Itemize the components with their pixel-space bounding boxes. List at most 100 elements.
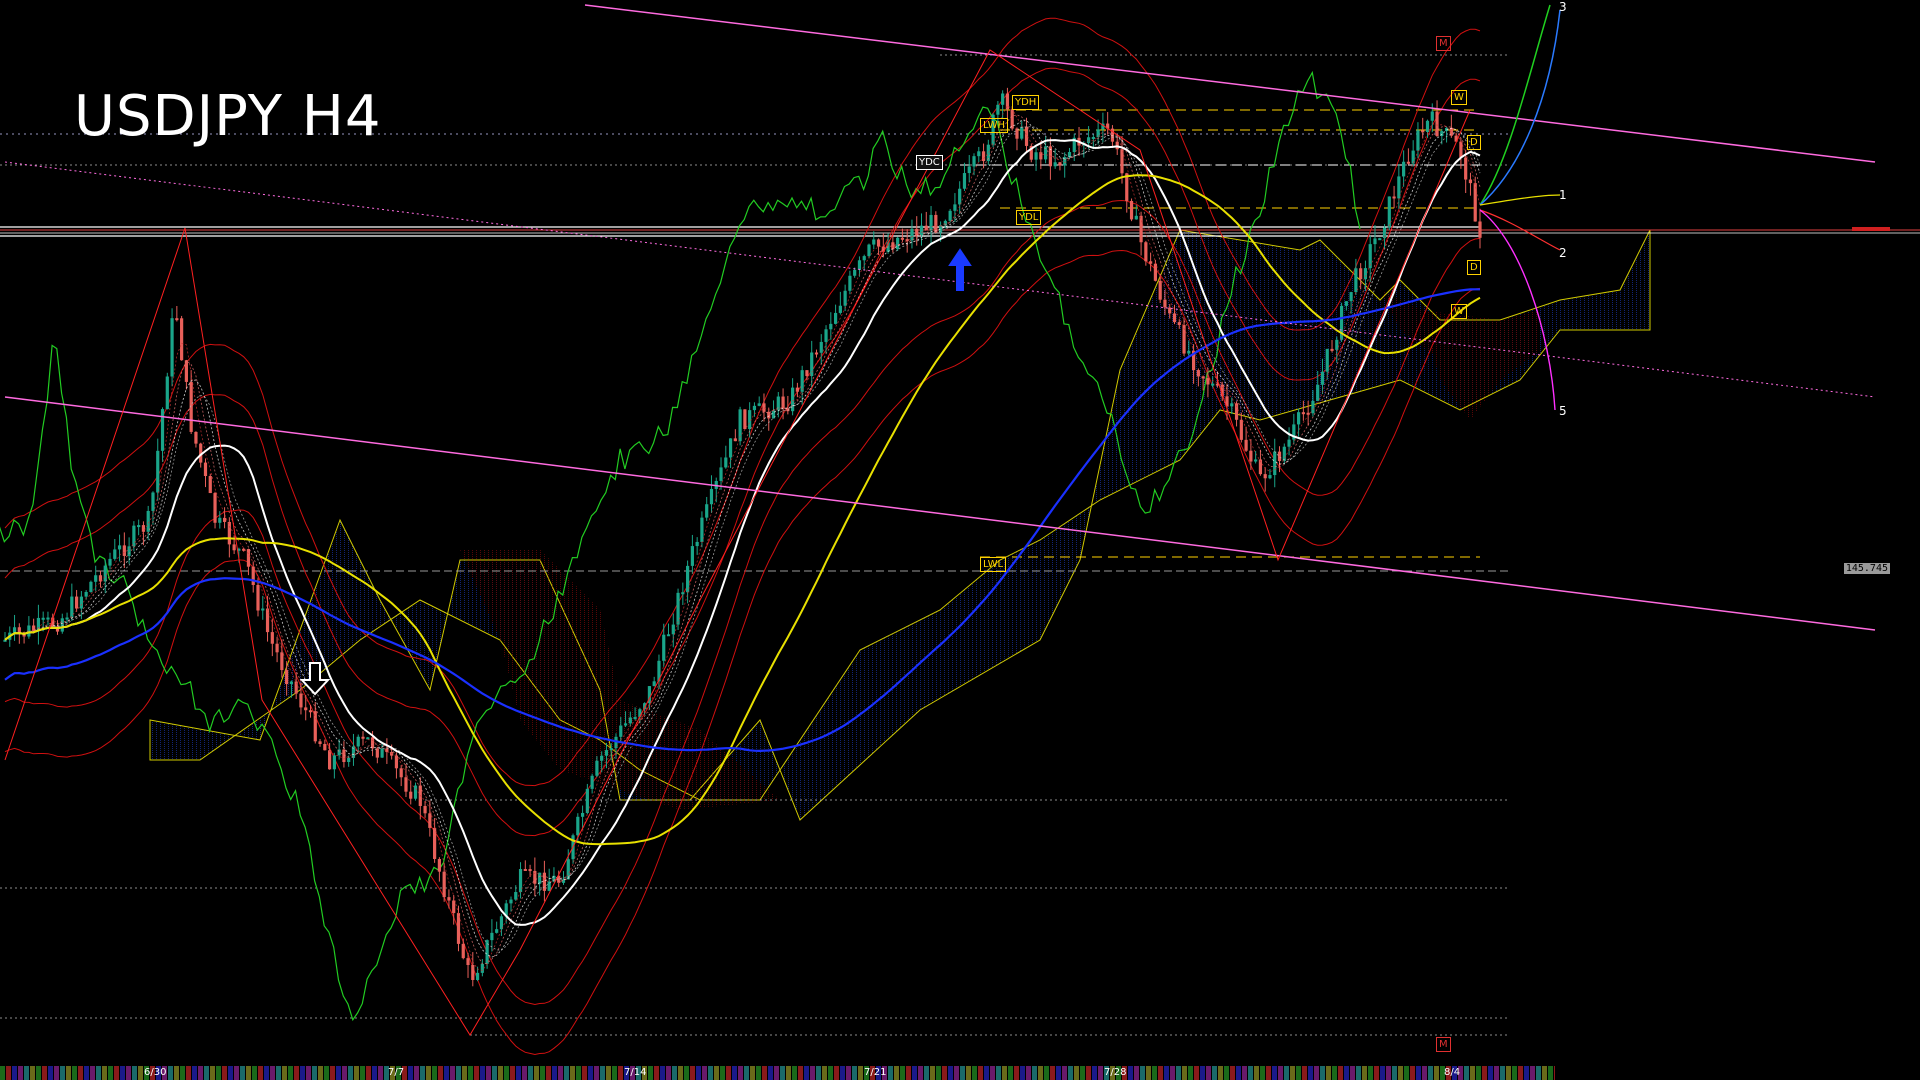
candle-body — [180, 318, 184, 361]
candle-body — [275, 643, 279, 653]
candle-body — [36, 617, 41, 631]
candle-body — [495, 929, 499, 933]
candle-body — [652, 681, 656, 687]
separator-cell — [1098, 1066, 1103, 1080]
separator-cell — [1056, 1066, 1061, 1080]
cloud-bearish — [460, 550, 780, 810]
candle-body — [1158, 280, 1162, 300]
current-price-tag: 145.745 — [1843, 563, 1890, 574]
projection-line-1 — [1479, 194, 1561, 206]
candle-body — [327, 750, 332, 770]
separator-cell — [1518, 1066, 1523, 1080]
pivot-label-w-bottom: W — [1451, 304, 1467, 319]
separator-cell — [1374, 1066, 1379, 1080]
candle-body — [366, 737, 370, 740]
candle-body — [1363, 268, 1368, 280]
separator-cell — [24, 1066, 29, 1080]
candle-body — [762, 403, 766, 412]
separator-cell — [768, 1066, 773, 1080]
separator-cell — [1188, 1066, 1193, 1080]
separator-cell — [168, 1066, 173, 1080]
separator-cell — [558, 1066, 563, 1080]
separator-cell — [216, 1066, 221, 1080]
separator-cell — [696, 1066, 701, 1080]
separator-cell — [414, 1066, 419, 1080]
separator-cell — [684, 1066, 689, 1080]
candle-body — [1244, 439, 1248, 451]
separator-cell — [1512, 1066, 1517, 1080]
candle-body — [561, 879, 566, 883]
separator-cell — [756, 1066, 761, 1080]
candle-body — [752, 405, 757, 411]
candle-body — [399, 768, 403, 778]
level-label-ydh: YDH — [1012, 95, 1040, 110]
separator-cell — [336, 1066, 341, 1080]
separator-cell — [726, 1066, 731, 1080]
level-label-lwh: LWH — [980, 118, 1009, 133]
candle-body — [79, 596, 83, 609]
candle-body — [1277, 451, 1282, 462]
separator-cell — [582, 1066, 587, 1080]
separator-cell — [408, 1066, 413, 1080]
candle-body — [1139, 215, 1143, 243]
separator-cell — [306, 1066, 311, 1080]
x-tick-label: 6/30 — [144, 1067, 167, 1078]
candle-body — [867, 244, 871, 257]
ichimoku-cloud — [149, 229, 1651, 821]
separator-cell — [504, 1066, 509, 1080]
candle-body — [251, 566, 255, 585]
separator-cell — [702, 1066, 707, 1080]
separator-cell — [648, 1066, 653, 1080]
separator-cell — [492, 1066, 497, 1080]
separator-cell — [420, 1066, 425, 1080]
separator-cell — [1530, 1066, 1535, 1080]
candle-body — [1211, 383, 1215, 386]
candle-body — [843, 290, 847, 306]
separator-cell — [1020, 1066, 1025, 1080]
candle-body — [1039, 152, 1043, 160]
candle-body — [795, 387, 799, 392]
candle-body — [1411, 150, 1415, 164]
pivot-label-w-top: W — [1451, 90, 1467, 105]
separator-cell — [342, 1066, 347, 1080]
candle-body — [996, 104, 1000, 115]
candle-body — [1187, 350, 1191, 354]
candle-body — [141, 525, 146, 532]
separator-cell — [1068, 1066, 1073, 1080]
candle-body — [466, 958, 470, 966]
separator-cell — [138, 1066, 143, 1080]
x-tick-label: 8/4 — [1444, 1067, 1461, 1078]
wave-label-3: 3 — [1559, 0, 1567, 14]
candle-body — [194, 431, 198, 444]
channel-mid-line — [4, 161, 1876, 398]
separator-cell — [1266, 1066, 1271, 1080]
candle-body — [1325, 348, 1329, 372]
separator-cell — [888, 1066, 893, 1080]
wave-label-5: 5 — [1559, 404, 1567, 418]
separator-cell — [276, 1066, 281, 1080]
candle-body — [1163, 299, 1167, 308]
candle-body — [156, 450, 160, 493]
candle-body — [724, 457, 728, 468]
separator-cell — [1368, 1066, 1373, 1080]
separator-cell — [348, 1066, 353, 1080]
separator-cell — [1026, 1066, 1031, 1080]
separator-cell — [258, 1066, 263, 1080]
candle-body — [981, 151, 986, 162]
separator-cell — [72, 1066, 77, 1080]
candle-body — [719, 467, 723, 481]
candle-body — [304, 707, 308, 711]
separator-cell — [1278, 1066, 1283, 1080]
separator-cell — [1224, 1066, 1229, 1080]
separator-cell — [510, 1066, 515, 1080]
separator-cell — [480, 1066, 485, 1080]
candle-body — [113, 549, 117, 559]
separator-cell — [186, 1066, 191, 1080]
candle-body — [1010, 109, 1014, 129]
price-chart[interactable] — [0, 0, 1920, 1080]
separator-cell — [132, 1066, 137, 1080]
separator-cell — [906, 1066, 911, 1080]
candle-body — [595, 760, 599, 776]
candle-body — [1149, 261, 1153, 264]
candle-body — [1335, 339, 1339, 350]
